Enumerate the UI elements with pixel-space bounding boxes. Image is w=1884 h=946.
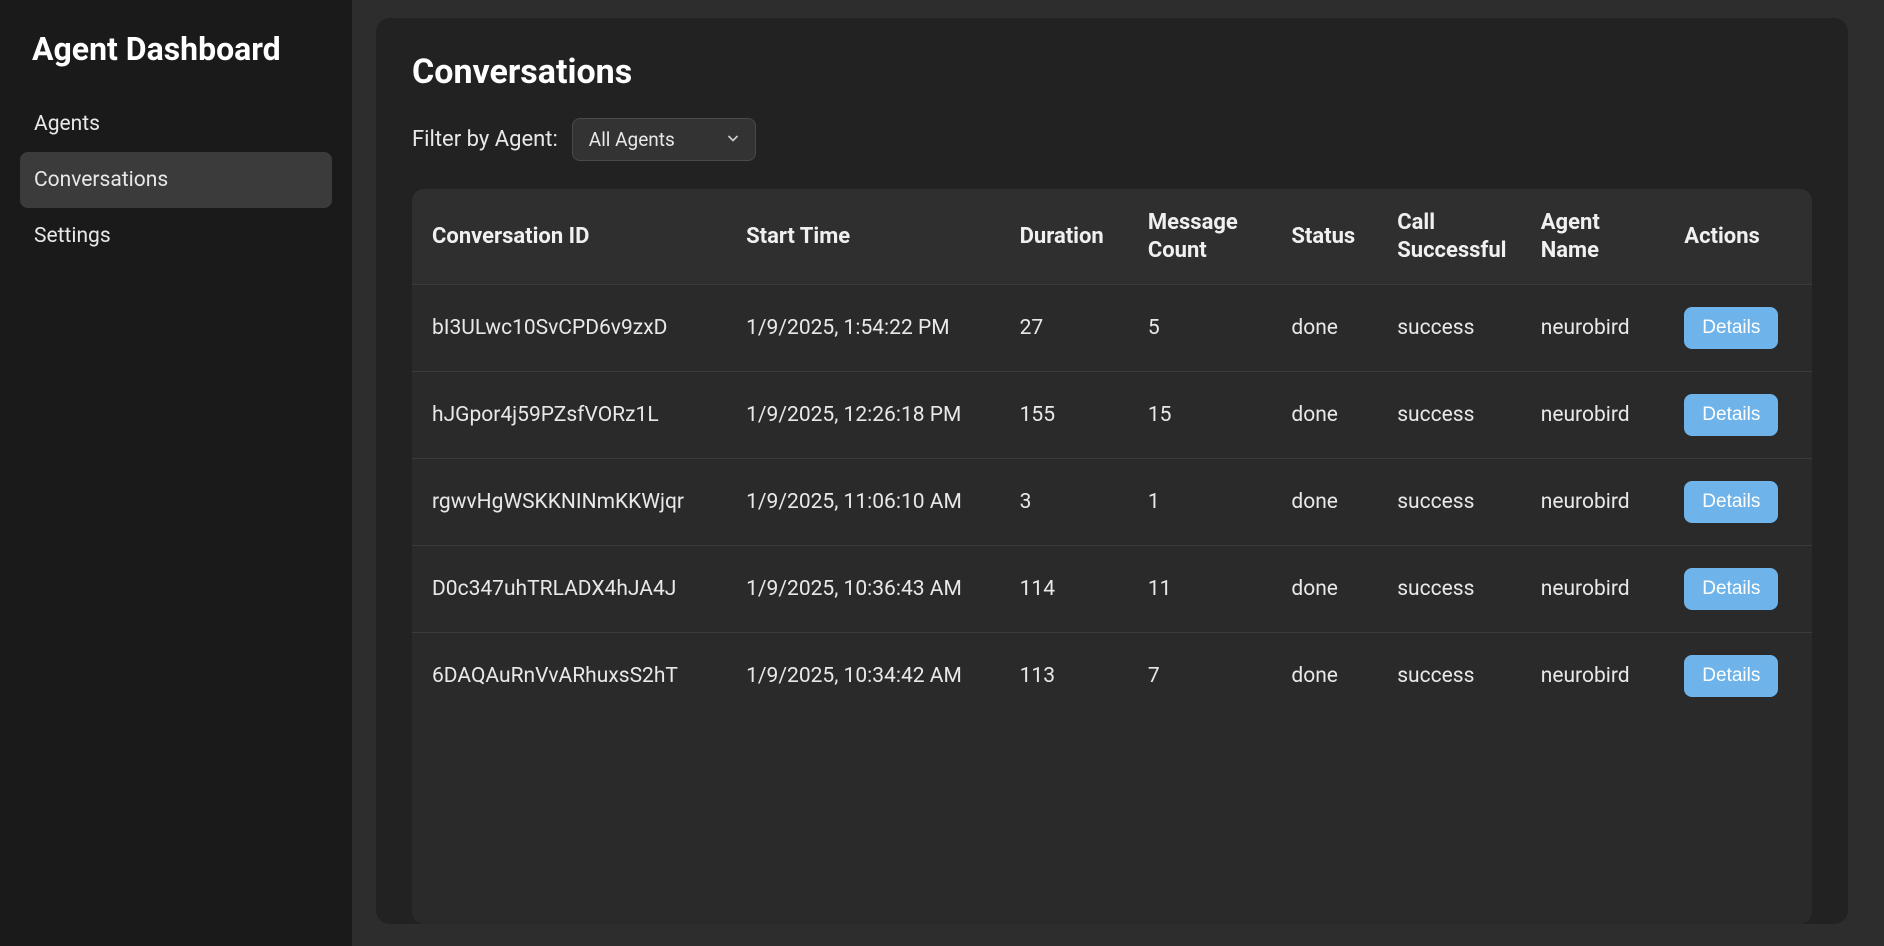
cell-conversation-id: rgwvHgWSKKNINmKKWjqr xyxy=(412,459,730,546)
cell-actions: Details xyxy=(1668,633,1812,720)
cell-call-successful: success xyxy=(1381,285,1525,372)
cell-conversation-id: D0c347uhTRLADX4hJA4J xyxy=(412,546,730,633)
sidebar-item-conversations[interactable]: Conversations xyxy=(20,152,332,208)
cell-start-time: 1/9/2025, 1:54:22 PM xyxy=(730,285,1004,372)
cell-agent-name: neurobird xyxy=(1525,285,1669,372)
cell-duration: 3 xyxy=(1004,459,1132,546)
cell-agent-name: neurobird xyxy=(1525,633,1669,720)
chevron-down-icon xyxy=(725,128,741,151)
select-value: All Agents xyxy=(589,128,675,151)
cell-actions: Details xyxy=(1668,372,1812,459)
cell-status: done xyxy=(1275,372,1381,459)
cell-message-count: 15 xyxy=(1132,372,1276,459)
cell-call-successful: success xyxy=(1381,459,1525,546)
app-title: Agent Dashboard xyxy=(20,30,332,68)
cell-duration: 27 xyxy=(1004,285,1132,372)
cell-status: done xyxy=(1275,546,1381,633)
cell-start-time: 1/9/2025, 12:26:18 PM xyxy=(730,372,1004,459)
details-button[interactable]: Details xyxy=(1684,307,1778,349)
table-row: rgwvHgWSKKNINmKKWjqr1/9/2025, 11:06:10 A… xyxy=(412,459,1812,546)
main-area: Conversations Filter by Agent: All Agent… xyxy=(352,0,1884,946)
cell-status: done xyxy=(1275,633,1381,720)
details-button[interactable]: Details xyxy=(1684,394,1778,436)
cell-duration: 114 xyxy=(1004,546,1132,633)
cell-duration: 155 xyxy=(1004,372,1132,459)
sidebar-item-label: Agents xyxy=(34,112,100,136)
cell-actions: Details xyxy=(1668,546,1812,633)
table-row: bI3ULwc10SvCPD6v9zxD1/9/2025, 1:54:22 PM… xyxy=(412,285,1812,372)
cell-status: done xyxy=(1275,459,1381,546)
content-panel: Conversations Filter by Agent: All Agent… xyxy=(376,18,1848,924)
col-duration: Duration xyxy=(1004,189,1132,285)
details-button[interactable]: Details xyxy=(1684,655,1778,697)
cell-message-count: 7 xyxy=(1132,633,1276,720)
filter-row: Filter by Agent: All Agents xyxy=(412,118,1812,161)
sidebar-nav: Agents Conversations Settings xyxy=(20,96,332,264)
cell-actions: Details xyxy=(1668,459,1812,546)
table-header-row: Conversation ID Start Time Duration Mess… xyxy=(412,189,1812,285)
col-agent-name: Agent Name xyxy=(1525,189,1669,285)
details-button[interactable]: Details xyxy=(1684,568,1778,610)
cell-call-successful: success xyxy=(1381,633,1525,720)
cell-conversation-id: hJGpor4j59PZsfVORz1L xyxy=(412,372,730,459)
cell-conversation-id: 6DAQAuRnVvARhuxsS2hT xyxy=(412,633,730,720)
col-message-count: Message Count xyxy=(1132,189,1276,285)
sidebar-item-label: Conversations xyxy=(34,168,168,192)
cell-agent-name: neurobird xyxy=(1525,459,1669,546)
col-actions: Actions xyxy=(1668,189,1812,285)
conversations-table-container: Conversation ID Start Time Duration Mess… xyxy=(412,189,1812,924)
sidebar-item-label: Settings xyxy=(34,224,111,248)
agent-filter-select[interactable]: All Agents xyxy=(572,118,756,161)
col-status: Status xyxy=(1275,189,1381,285)
cell-message-count: 11 xyxy=(1132,546,1276,633)
sidebar-item-settings[interactable]: Settings xyxy=(20,208,332,264)
col-start-time: Start Time xyxy=(730,189,1004,285)
cell-start-time: 1/9/2025, 10:34:42 AM xyxy=(730,633,1004,720)
col-conversation-id: Conversation ID xyxy=(412,189,730,285)
cell-call-successful: success xyxy=(1381,546,1525,633)
cell-message-count: 1 xyxy=(1132,459,1276,546)
table-row: hJGpor4j59PZsfVORz1L1/9/2025, 12:26:18 P… xyxy=(412,372,1812,459)
cell-start-time: 1/9/2025, 10:36:43 AM xyxy=(730,546,1004,633)
cell-agent-name: neurobird xyxy=(1525,372,1669,459)
sidebar-item-agents[interactable]: Agents xyxy=(20,96,332,152)
cell-message-count: 5 xyxy=(1132,285,1276,372)
cell-duration: 113 xyxy=(1004,633,1132,720)
cell-conversation-id: bI3ULwc10SvCPD6v9zxD xyxy=(412,285,730,372)
conversations-table: Conversation ID Start Time Duration Mess… xyxy=(412,189,1812,719)
cell-start-time: 1/9/2025, 11:06:10 AM xyxy=(730,459,1004,546)
cell-actions: Details xyxy=(1668,285,1812,372)
table-row: D0c347uhTRLADX4hJA4J1/9/2025, 10:36:43 A… xyxy=(412,546,1812,633)
cell-call-successful: success xyxy=(1381,372,1525,459)
sidebar: Agent Dashboard Agents Conversations Set… xyxy=(0,0,352,946)
table-row: 6DAQAuRnVvARhuxsS2hT1/9/2025, 10:34:42 A… xyxy=(412,633,1812,720)
cell-agent-name: neurobird xyxy=(1525,546,1669,633)
details-button[interactable]: Details xyxy=(1684,481,1778,523)
page-title: Conversations xyxy=(412,52,1812,92)
cell-status: done xyxy=(1275,285,1381,372)
filter-label: Filter by Agent: xyxy=(412,127,558,152)
col-call-successful: Call Successful xyxy=(1381,189,1525,285)
